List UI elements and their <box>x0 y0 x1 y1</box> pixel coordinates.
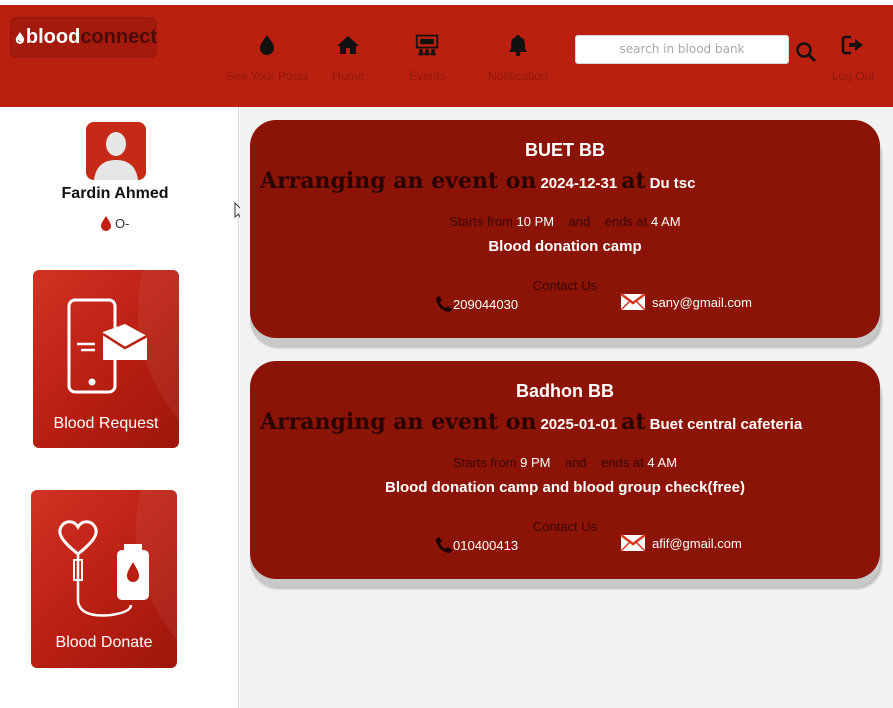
starts-label: Starts from <box>452 455 517 470</box>
nav-notification[interactable]: Notification <box>488 31 547 83</box>
event-date: 2025-01-01 <box>540 416 618 433</box>
event-arranging-line: Arranging an event on 2024-12-31 at Du t… <box>260 168 695 194</box>
event-phone[interactable]: 010400413 <box>435 536 518 554</box>
event-location: Du tsc <box>649 175 696 192</box>
logout-button[interactable]: Log Out <box>832 31 875 83</box>
nav-home[interactable]: Home <box>332 31 364 83</box>
events-icon <box>415 31 439 59</box>
email-icon <box>620 293 646 311</box>
event-location: Buet central cafeteria <box>649 416 803 433</box>
event-description: Blood donation camp and blood group chec… <box>384 479 745 496</box>
end-time: 4 AM <box>647 455 678 470</box>
events-feed: BUET BB Arranging an event on 2024-12-31… <box>240 107 893 708</box>
blood-request-card[interactable]: Blood Request <box>33 270 179 448</box>
at-label: at <box>621 409 646 435</box>
blood-donate-label: Blood Donate <box>55 634 153 651</box>
arranging-prefix: Arranging an event on <box>260 409 537 435</box>
event-arranging-line: Arranging an event on 2025-01-01 at Buet… <box>260 409 802 435</box>
bell-icon <box>506 31 530 59</box>
logout-icon <box>841 31 865 59</box>
sidebar: Fardin Ahmed O- Blood Request Blood Dona… <box>0 107 239 708</box>
search-button[interactable] <box>795 41 817 63</box>
ends-label: ends at <box>604 214 648 229</box>
and-label: and <box>568 214 591 229</box>
avatar[interactable] <box>86 122 146 180</box>
user-name: Fardin Ahmed <box>61 185 169 202</box>
event-time: Starts from 10 PM and ends at 4 AM <box>250 214 880 229</box>
nav-notification-label: Notification <box>488 69 548 83</box>
event-email[interactable]: sany@gmail.com <box>620 292 752 312</box>
email-icon <box>620 534 646 552</box>
nav-see-your-posts-label: See Your Posts <box>226 69 309 83</box>
brand-name-part1: blood <box>25 26 81 48</box>
blood-donate-card[interactable]: Blood Donate <box>31 490 177 668</box>
phone-icon <box>436 537 452 553</box>
blood-request-label: Blood Request <box>53 415 159 432</box>
nav-events[interactable]: Events <box>409 31 446 83</box>
starts-label: Starts from <box>449 214 513 229</box>
top-navbar: blood connect See Your Posts Home Events … <box>0 5 893 107</box>
contact-label: Contact Us <box>532 278 598 293</box>
nav-see-your-posts[interactable]: See Your Posts <box>226 31 308 83</box>
phone-icon <box>436 296 452 312</box>
event-organizer: Badhon BB <box>516 381 614 401</box>
arranging-prefix: Arranging an event on <box>260 168 537 194</box>
drop-icon <box>255 31 279 59</box>
user-silhouette-icon <box>86 122 146 180</box>
nav-events-label: Events <box>409 69 446 83</box>
home-icon <box>336 31 360 59</box>
ends-label: ends at <box>601 455 644 470</box>
event-card[interactable]: BUET BB Arranging an event on 2024-12-31… <box>250 120 880 338</box>
phone-number: 209044030 <box>453 296 519 312</box>
blood-group-value: O- <box>115 215 130 231</box>
blood-drop-icon <box>15 31 25 44</box>
end-time: 4 AM <box>651 214 681 229</box>
email-address: sany@gmail.com <box>652 294 752 310</box>
at-label: at <box>621 168 646 194</box>
search-input[interactable]: search in blood bank <box>575 35 789 64</box>
blood-drop-icon <box>101 216 111 231</box>
event-organizer: BUET BB <box>525 140 605 160</box>
event-card[interactable]: Badhon BB Arranging an event on 2025-01-… <box>250 361 880 579</box>
contact-label: Contact Us <box>532 519 598 534</box>
event-description: Blood donation camp <box>488 238 642 255</box>
logout-label: Log Out <box>832 69 875 83</box>
search-icon <box>796 42 817 63</box>
blood-group-badge: O- <box>100 215 129 231</box>
nav-home-label: Home <box>332 69 365 83</box>
event-phone[interactable]: 209044030 <box>435 295 518 313</box>
start-time: 9 PM <box>520 455 551 470</box>
brand-name-part2: connect <box>80 26 157 48</box>
and-label: and <box>564 455 587 470</box>
start-time: 10 PM <box>516 214 555 229</box>
email-address: afif@gmail.com <box>652 535 742 551</box>
event-date: 2024-12-31 <box>540 175 618 192</box>
phone-number: 010400413 <box>453 537 519 553</box>
brand-logo[interactable]: blood connect <box>10 17 157 58</box>
event-time: Starts from 9 PM and ends at 4 AM <box>250 455 880 470</box>
event-email[interactable]: afif@gmail.com <box>620 533 742 553</box>
